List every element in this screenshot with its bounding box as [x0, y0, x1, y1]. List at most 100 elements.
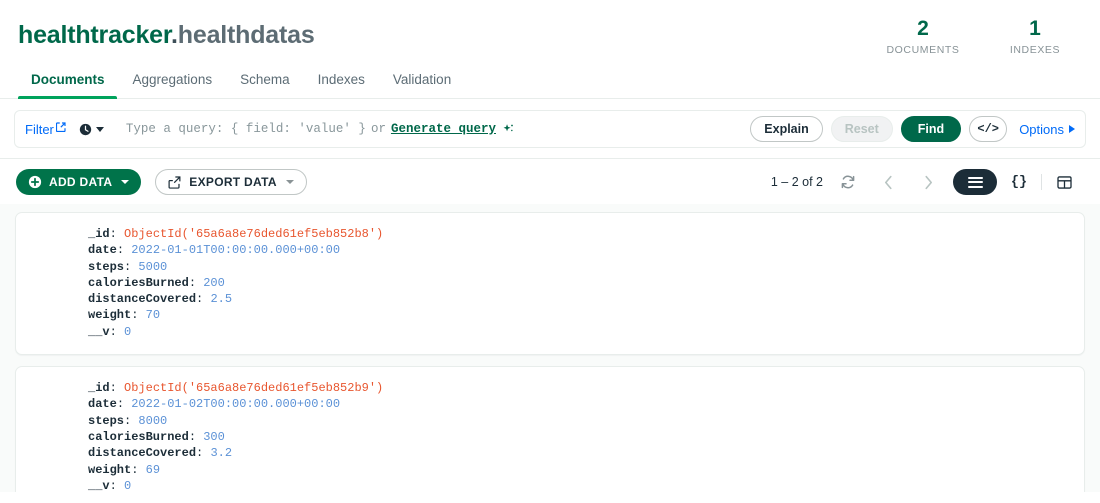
document-card[interactable]: _id: ObjectId('65a6a8e76ded61ef5eb852b8'…	[15, 212, 1085, 355]
documents-label: DOCUMENTS	[886, 44, 960, 56]
field-value: 70	[146, 308, 160, 322]
field-key: _id	[88, 381, 110, 395]
query-history-button[interactable]	[79, 123, 104, 136]
field-key: date	[88, 397, 117, 411]
json-view-button[interactable]: {}	[997, 169, 1041, 195]
tab-documents[interactable]: Documents	[18, 72, 119, 98]
database-name: healthtracker	[18, 21, 171, 49]
document-field: _id: ObjectId('65a6a8e76ded61ef5eb852b9'…	[88, 380, 1068, 396]
refresh-icon	[840, 174, 856, 190]
field-key: __v	[88, 325, 110, 339]
reset-button[interactable]: Reset	[831, 116, 893, 142]
plus-circle-icon	[28, 175, 42, 189]
external-link-icon	[56, 122, 66, 132]
document-field: caloriesBurned: 300	[88, 429, 1068, 445]
field-colon: :	[117, 397, 131, 411]
document-list[interactable]: _id: ObjectId('65a6a8e76ded61ef5eb852b8'…	[0, 204, 1100, 492]
refresh-button[interactable]	[835, 169, 861, 195]
query-or-text: or	[371, 122, 386, 136]
field-colon: :	[124, 260, 138, 274]
query-bar: Filter Type a query: { field: 'value' } …	[14, 110, 1086, 148]
tab-documents-label: Documents	[31, 72, 105, 87]
field-colon: :	[117, 243, 131, 257]
field-colon: :	[110, 325, 124, 339]
stat-indexes: 1 INDEXES	[998, 16, 1072, 56]
chevron-down-icon	[286, 180, 294, 184]
field-value: ObjectId('65a6a8e76ded61ef5eb852b8')	[124, 227, 383, 241]
document-field: _id: ObjectId('65a6a8e76ded61ef5eb852b8'…	[88, 226, 1068, 242]
field-key: date	[88, 243, 117, 257]
indexes-count: 1	[998, 16, 1072, 42]
field-colon: :	[124, 414, 138, 428]
query-options-toggle[interactable]: Options	[1019, 122, 1075, 137]
field-value: 0	[124, 479, 131, 492]
list-icon	[968, 174, 983, 190]
view-mode-toggle: {}	[953, 169, 1086, 195]
field-value: 2022-01-01T00:00:00.000+00:00	[131, 243, 340, 257]
document-fields: _id: ObjectId('65a6a8e76ded61ef5eb852b9'…	[32, 380, 1068, 492]
next-page-button[interactable]	[915, 169, 941, 195]
field-value: 300	[203, 430, 225, 444]
add-data-label: ADD DATA	[49, 175, 112, 189]
generate-query-link[interactable]: Generate query	[391, 122, 496, 136]
toolbar-left-actions: ADD DATA EXPORT DATA	[16, 169, 307, 195]
field-colon: :	[110, 381, 124, 395]
add-data-button[interactable]: ADD DATA	[16, 169, 141, 195]
field-colon: :	[196, 292, 210, 306]
field-key: distanceCovered	[88, 292, 196, 306]
explain-button[interactable]: Explain	[750, 116, 822, 142]
document-field: steps: 5000	[88, 259, 1068, 275]
documents-count: 2	[886, 16, 960, 42]
document-card[interactable]: _id: ObjectId('65a6a8e76ded61ef5eb852b9'…	[15, 366, 1085, 492]
field-value: 5000	[138, 260, 167, 274]
tab-indexes[interactable]: Indexes	[304, 72, 379, 98]
field-value: 69	[146, 463, 160, 477]
document-field: __v: 0	[88, 324, 1068, 340]
table-icon	[1057, 176, 1072, 189]
export-icon	[168, 176, 182, 189]
tab-validation[interactable]: Validation	[379, 72, 465, 98]
tab-schema-label: Schema	[240, 72, 290, 87]
field-key: caloriesBurned	[88, 276, 189, 290]
document-field: date: 2022-01-01T00:00:00.000+00:00	[88, 242, 1068, 258]
document-field: distanceCovered: 2.5	[88, 291, 1068, 307]
field-key: weight	[88, 308, 131, 322]
filter-label: Filter	[25, 122, 54, 137]
tab-aggregations[interactable]: Aggregations	[119, 72, 227, 98]
field-value: 3.2	[210, 446, 232, 460]
namespace-separator: .	[171, 21, 178, 49]
field-key: steps	[88, 260, 124, 274]
filter-label-link[interactable]: Filter	[25, 122, 66, 137]
tab-validation-label: Validation	[393, 72, 451, 87]
field-colon: :	[110, 479, 124, 492]
chevron-right-icon	[1069, 125, 1075, 133]
field-key: __v	[88, 479, 110, 492]
field-key: weight	[88, 463, 131, 477]
tab-schema[interactable]: Schema	[226, 72, 304, 98]
query-input[interactable]: Type a query: { field: 'value' } or Gene…	[126, 122, 740, 136]
field-colon: :	[110, 227, 124, 241]
collection-header: healthtracker.healthdatas 2 DOCUMENTS 1 …	[0, 0, 1100, 66]
export-data-label: EXPORT DATA	[189, 175, 277, 189]
field-value: 2.5	[210, 292, 232, 306]
document-count-range: 1 – 2 of 2	[771, 175, 823, 189]
document-field: distanceCovered: 3.2	[88, 445, 1068, 461]
query-actions: Explain Reset Find </> Options	[750, 116, 1075, 142]
collection-stats: 2 DOCUMENTS 1 INDEXES	[886, 14, 1084, 56]
code-icon: </>	[977, 122, 999, 136]
export-data-button[interactable]: EXPORT DATA	[155, 169, 307, 195]
query-placeholder: Type a query: { field: 'value' }	[126, 122, 366, 136]
list-view-button[interactable]	[953, 169, 997, 195]
field-colon: :	[189, 430, 203, 444]
field-value: 2022-01-02T00:00:00.000+00:00	[131, 397, 340, 411]
previous-page-button[interactable]	[875, 169, 901, 195]
clock-icon	[79, 123, 92, 136]
export-to-language-button[interactable]: </>	[969, 116, 1007, 142]
chevron-right-icon	[924, 175, 933, 190]
table-view-button[interactable]	[1042, 169, 1086, 195]
field-value: 8000	[138, 414, 167, 428]
stat-documents: 2 DOCUMENTS	[886, 16, 960, 56]
find-button[interactable]: Find	[901, 116, 961, 142]
document-fields: _id: ObjectId('65a6a8e76ded61ef5eb852b8'…	[32, 226, 1068, 340]
document-field: weight: 69	[88, 462, 1068, 478]
